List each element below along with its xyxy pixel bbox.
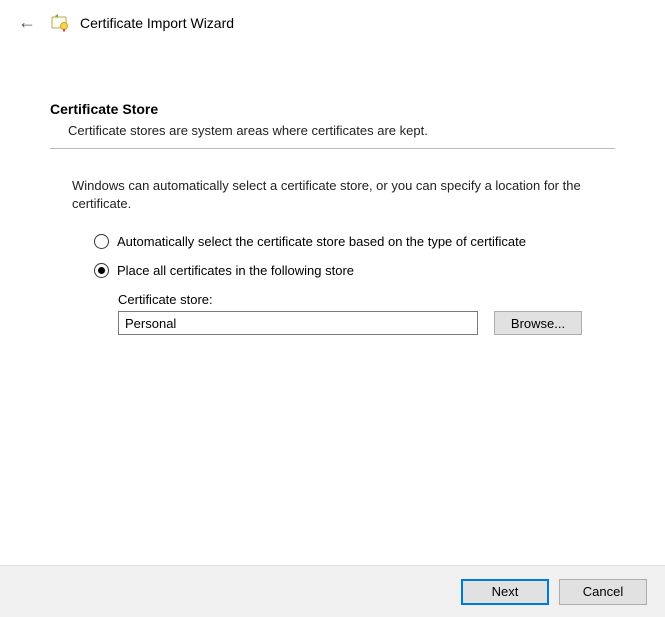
radio-icon[interactable]: [94, 234, 109, 249]
certificate-store-input[interactable]: [118, 311, 478, 335]
divider: [50, 148, 615, 149]
store-radio-group: Automatically select the certificate sto…: [94, 234, 615, 278]
certificate-store-row: Browse...: [118, 311, 615, 335]
radio-auto-select[interactable]: Automatically select the certificate sto…: [94, 234, 615, 249]
wizard-content: Certificate Store Certificate stores are…: [0, 43, 665, 335]
wizard-footer: Next Cancel: [0, 565, 665, 617]
wizard-header: ← Certificate Import Wizard: [0, 0, 665, 43]
radio-icon[interactable]: [94, 263, 109, 278]
cancel-button[interactable]: Cancel: [559, 579, 647, 605]
browse-button[interactable]: Browse...: [494, 311, 582, 335]
back-arrow-icon[interactable]: ←: [14, 10, 40, 35]
section-description: Certificate stores are system areas wher…: [68, 123, 615, 138]
radio-place-label: Place all certificates in the following …: [117, 263, 354, 278]
certificate-store-label: Certificate store:: [118, 292, 615, 307]
section-title: Certificate Store: [50, 101, 615, 117]
wizard-title: Certificate Import Wizard: [80, 15, 234, 31]
explain-text: Windows can automatically select a certi…: [72, 177, 603, 212]
radio-auto-label: Automatically select the certificate sto…: [117, 234, 526, 249]
radio-place-all[interactable]: Place all certificates in the following …: [94, 263, 615, 278]
certificate-store-block: Certificate store: Browse...: [118, 292, 615, 335]
certificate-wizard-icon: [50, 13, 70, 33]
next-button[interactable]: Next: [461, 579, 549, 605]
